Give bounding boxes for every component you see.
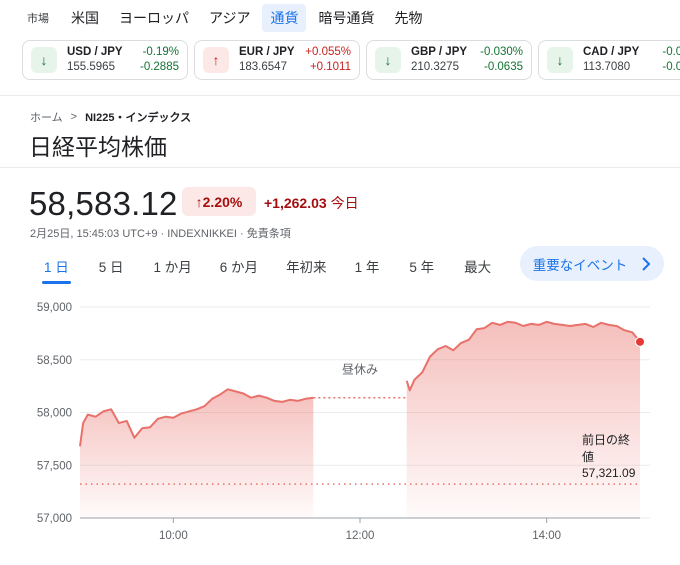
arrow-down-icon: ↓ [547, 47, 573, 73]
arrow-up-icon: ↑ [203, 47, 229, 73]
breadcrumb-home[interactable]: ホーム [30, 109, 63, 125]
price-chart[interactable]: 59,000 58,500 58,000 57,500 57,000 10:00 12:00… [0, 290, 680, 565]
range-selector: 1 日 5 日 1 か月 6 か月 年初来 1 年 5 年 最大 [30, 251, 491, 284]
currency-change-pct: -0.065 [662, 46, 680, 58]
divider [0, 95, 680, 96]
range-5d[interactable]: 5 日 [99, 256, 124, 276]
y-tick-label: 58,000 [37, 408, 72, 420]
market-nav-label: 市場 [27, 13, 49, 25]
x-tick-label: 10:00 [159, 530, 188, 542]
tab-crypto[interactable]: 暗号通貨 [310, 4, 382, 32]
change-value: +1,262.03 [264, 195, 327, 211]
currency-change-pct: -0.030% [480, 46, 523, 58]
key-events-label: 重要なイベント [532, 257, 628, 273]
y-tick-label: 57,500 [37, 460, 72, 472]
currency-pair: CAD / JPY [583, 46, 640, 58]
currency-card-cad-jpy[interactable]: ↓ CAD / JPY -0.065 113.7080 -0.074 [538, 40, 680, 80]
currency-price: 210.3275 [411, 61, 459, 73]
currency-card-usd-jpy[interactable]: ↓ USD / JPY -0.19% 155.5965 -0.2885 [22, 40, 188, 80]
range-ytd[interactable]: 年初来 [286, 256, 327, 276]
key-events-button[interactable]: 重要なイベント [520, 246, 664, 281]
range-5y[interactable]: 5 年 [409, 256, 434, 276]
prev-close-label-cont: 値 [582, 449, 594, 464]
currency-pair: GBP / JPY [411, 46, 468, 58]
quote-meta: 2月25日, 15:45:03 UTC+9 · INDEXNIKKEI · 免責… [30, 228, 291, 240]
currency-price: 155.5965 [67, 61, 115, 73]
prev-close-value: 57,321.09 [582, 466, 636, 480]
currency-change-pct: +0.055% [305, 46, 351, 58]
lunch-break-label: 昼休み [342, 363, 378, 377]
breadcrumb: ホーム > NI225・インデックス [30, 109, 191, 125]
change-pct-badge: ↑ 2.20% [182, 187, 256, 216]
tab-europe[interactable]: ヨーロッパ [111, 4, 197, 32]
tab-futures[interactable]: 先物 [386, 4, 430, 32]
currency-change: +0.1011 [309, 61, 351, 73]
chart-svg: 59,000 58,500 58,000 57,500 57,000 10:00 12:00… [37, 302, 650, 542]
currency-pair: EUR / JPY [239, 46, 295, 58]
breadcrumb-symbol: NI225・インデックス [85, 112, 192, 124]
change-period: 今日 [330, 195, 359, 211]
arrow-down-icon: ↓ [31, 47, 57, 73]
tab-asia[interactable]: アジア [201, 4, 258, 32]
range-max[interactable]: 最大 [464, 256, 491, 276]
currency-change: -0.2885 [139, 61, 179, 73]
y-tick-label: 59,000 [37, 302, 72, 314]
currency-pair: USD / JPY [67, 46, 123, 58]
y-tick-label: 58,500 [37, 355, 72, 367]
range-6m[interactable]: 6 か月 [220, 256, 258, 276]
chevron-right-icon: > [70, 111, 78, 123]
currency-price: 183.6547 [239, 61, 287, 73]
prev-close-label: 前日の終 [582, 432, 630, 447]
chevron-right-icon [642, 256, 651, 271]
range-1d[interactable]: 1 日 [42, 256, 71, 284]
range-1m[interactable]: 1 か月 [154, 256, 192, 276]
afternoon-session-area [406, 321, 640, 518]
currency-card-gbp-jpy[interactable]: ↓ GBP / JPY -0.030% 210.3275 -0.0635 [366, 40, 532, 80]
currency-card-eur-jpy[interactable]: ↑ EUR / JPY +0.055% 183.6547 +0.1011 [194, 40, 360, 80]
currency-change: -0.0635 [483, 61, 523, 73]
current-point-marker [635, 336, 645, 347]
change-amount: +1,262.03 今日 [264, 193, 359, 213]
range-1y[interactable]: 1 年 [355, 256, 380, 276]
x-tick-label: 12:00 [346, 530, 375, 542]
current-price: 58,583.12 [29, 185, 178, 222]
market-nav: 市場 米国 ヨーロッパ アジア 通貨 暗号通貨 先物 [0, 0, 680, 36]
currency-cards: ↓ USD / JPY -0.19% 155.5965 -0.2885 ↑ EUR … [22, 40, 680, 80]
arrow-up-icon: ↑ [195, 193, 203, 210]
change-pct-value: 2.20% [202, 193, 243, 210]
currency-price: 113.7080 [583, 61, 631, 73]
tab-us[interactable]: 米国 [63, 4, 107, 32]
tab-currencies[interactable]: 通貨 [262, 4, 307, 32]
currency-change: -0.074 [662, 61, 680, 73]
x-tick-label: 14:00 [532, 530, 561, 542]
y-tick-label: 57,000 [37, 513, 72, 525]
divider [0, 167, 680, 168]
arrow-down-icon: ↓ [375, 47, 401, 73]
currency-change-pct: -0.19% [142, 46, 179, 58]
page-title: 日経平均株価 [29, 134, 167, 160]
